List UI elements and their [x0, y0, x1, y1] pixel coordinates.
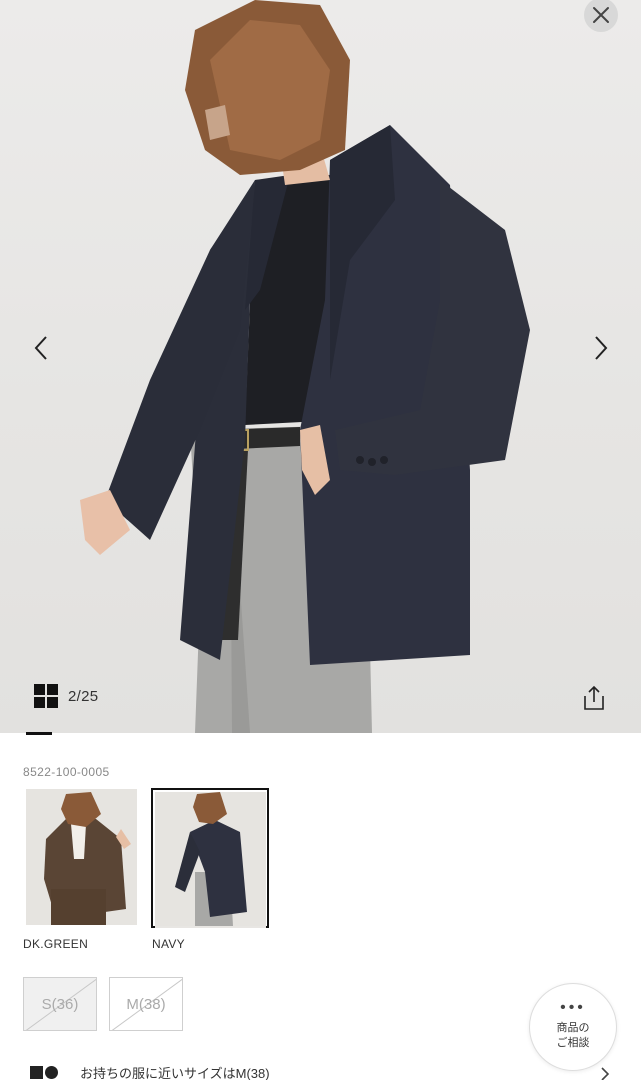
color-label: DK.GREEN [23, 937, 89, 951]
image-counter-text: 2/25 [68, 687, 99, 705]
gallery-position-indicator [26, 732, 52, 735]
previous-image-button[interactable] [26, 331, 56, 365]
color-thumbnail [26, 789, 137, 925]
size-option-m[interactable]: M(38) [109, 977, 183, 1031]
size-recommendation-text: お持ちの服に近いサイズはM(38) [80, 1066, 270, 1080]
product-sku: 8522-100-0005 [23, 765, 110, 779]
grid-view-icon[interactable] [34, 684, 58, 708]
color-swatch-dk-green[interactable] [26, 789, 144, 925]
product-image-viewer[interactable]: 2/25 [0, 0, 641, 733]
size-label: S(36) [41, 995, 79, 1013]
size-option-s[interactable]: S(36) [23, 977, 97, 1031]
image-counter[interactable]: 2/25 [34, 684, 98, 708]
size-recommendation-row[interactable]: お持ちの服に近いサイズはM(38) [30, 1063, 270, 1080]
chevron-right-icon [601, 1067, 610, 1080]
size-label: M(38) [126, 995, 166, 1013]
consult-label-line2: ご相談 [556, 1037, 590, 1049]
color-label: NAVY [152, 937, 185, 951]
color-swatch-navy[interactable] [151, 788, 270, 928]
share-icon [584, 685, 604, 710]
size-compare-icon [30, 1066, 58, 1080]
share-button[interactable] [580, 684, 610, 714]
chevron-right-icon [595, 336, 608, 360]
close-icon [593, 7, 609, 23]
selected-swatch-border [151, 788, 269, 928]
more-dots-icon: ••• [560, 999, 586, 1016]
consult-label: 商品の ご相談 [557, 1021, 590, 1051]
chevron-left-icon [34, 336, 47, 360]
product-photo [80, 0, 530, 733]
consult-label-line1: 商品の [556, 1022, 590, 1034]
product-consult-button[interactable]: ••• 商品の ご相談 [529, 983, 617, 1071]
next-image-button[interactable] [586, 331, 616, 365]
color-thumbnail [155, 792, 266, 928]
